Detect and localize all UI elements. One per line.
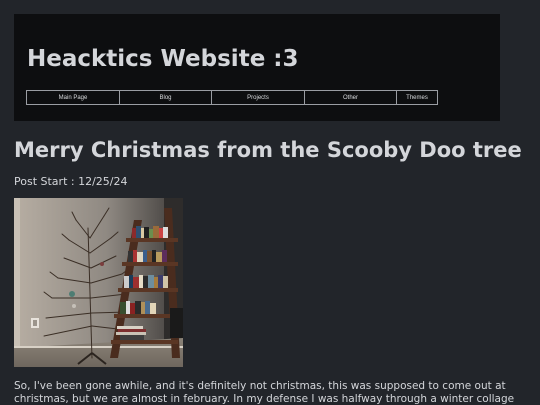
post-title: Merry Christmas from the Scooby Doo tree <box>14 138 522 162</box>
post-date: Post Start : 12/25/24 <box>14 175 128 188</box>
site-header: Heacktics Website :3 Main Page Blog Proj… <box>14 14 500 121</box>
post-body: So, I've been gone awhile, and it's defi… <box>14 380 515 405</box>
nav-item-main-page[interactable]: Main Page <box>26 90 120 105</box>
nav-item-projects[interactable]: Projects <box>211 90 305 105</box>
site-title: Heacktics Website :3 <box>27 46 299 72</box>
nav-item-themes[interactable]: Themes <box>396 90 438 105</box>
main-nav: Main Page Blog Projects Other Themes <box>26 90 438 105</box>
nav-item-blog[interactable]: Blog <box>119 90 212 105</box>
post-photo <box>14 198 183 367</box>
christmas-tree-photo-illustration <box>14 198 183 367</box>
nav-item-other[interactable]: Other <box>304 90 397 105</box>
